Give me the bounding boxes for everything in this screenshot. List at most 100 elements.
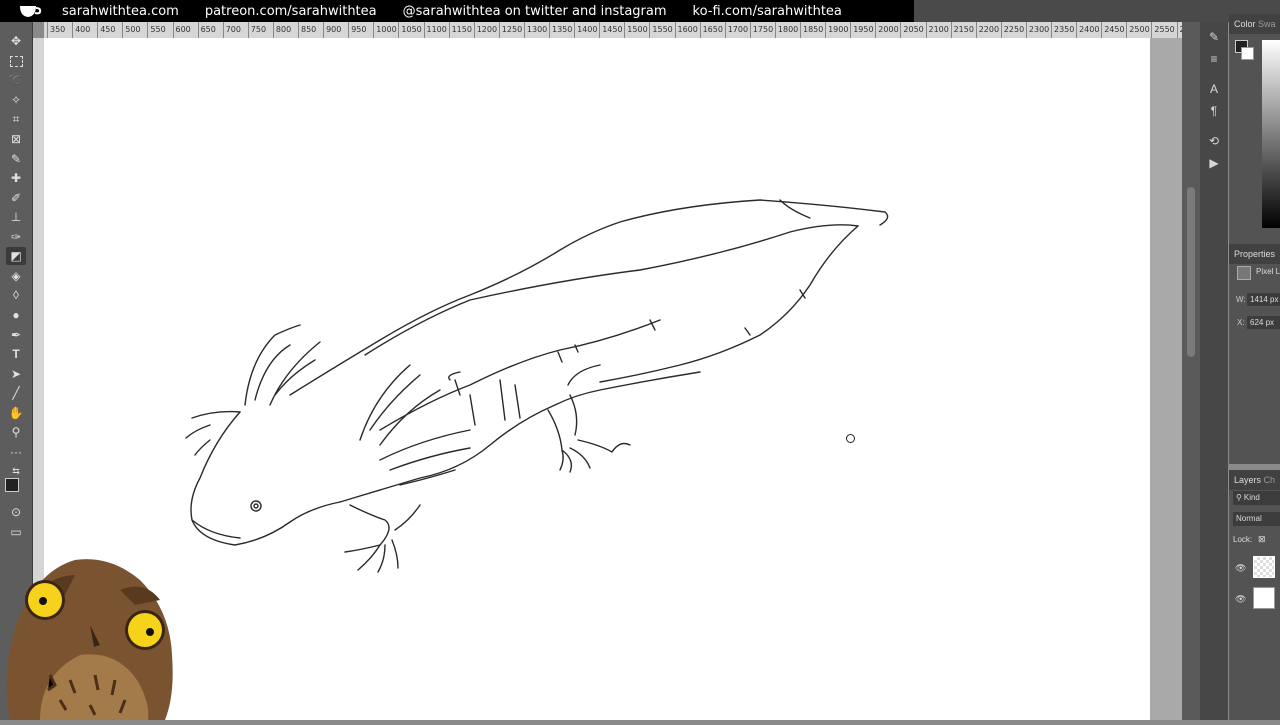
move-tool-icon[interactable]: ✥: [6, 32, 26, 50]
banner-link-website[interactable]: sarahwithtea.com: [62, 4, 179, 19]
lock-label: Lock:: [1233, 535, 1253, 544]
layer-visibility-eye-icon[interactable]: 👁: [1235, 563, 1246, 574]
ruler-tick: 1900: [825, 22, 848, 38]
tab-channels[interactable]: Ch: [1264, 475, 1276, 485]
ruler-tick: 2200: [975, 22, 999, 38]
play-action-icon[interactable]: ▶: [1204, 154, 1224, 172]
panel-background-swatch[interactable]: [1241, 47, 1254, 60]
screen-mode-icon[interactable]: ▭: [6, 523, 26, 541]
lasso-tool-icon[interactable]: ➰: [6, 71, 26, 89]
ruler-tick: 1450: [599, 22, 623, 38]
ruler-tick: 450: [97, 22, 115, 38]
ruler-tick: 2250: [1000, 22, 1024, 38]
layer-kind-filter[interactable]: ⚲ Kind: [1233, 491, 1280, 505]
crop-tool-icon[interactable]: ⌗: [6, 110, 26, 128]
background-visibility-eye-icon[interactable]: 👁: [1235, 594, 1246, 605]
blend-mode-select[interactable]: Normal: [1233, 512, 1280, 526]
eyedropper-tool-icon[interactable]: ✎: [6, 150, 26, 168]
ruler-tick: 800: [272, 22, 291, 38]
banner-link-social[interactable]: @sarahwithtea on twitter and instagram: [403, 4, 667, 19]
ruler-tick: 2500: [1126, 22, 1150, 38]
ruler-tick: 1250: [498, 22, 522, 38]
frame-tool-icon[interactable]: ⊠: [6, 130, 26, 148]
ruler-tick: 2300: [1025, 22, 1049, 38]
line-tool-icon[interactable]: ╱: [6, 384, 26, 402]
scrollbar-thumb[interactable]: [1187, 187, 1195, 357]
foreground-color-swatch[interactable]: [5, 478, 19, 492]
ruler-tick: 1400: [574, 22, 597, 38]
ruler-tick: 1550: [649, 22, 673, 38]
width-label: W:: [1236, 295, 1246, 304]
pixel-layer-icon: [1237, 266, 1251, 280]
brush-tool-icon[interactable]: ✐: [6, 189, 26, 207]
paragraph-icon[interactable]: ¶: [1204, 102, 1224, 120]
healing-tool-icon[interactable]: ✚: [6, 169, 26, 187]
path-select-tool-icon[interactable]: ➤: [6, 365, 26, 383]
ruler-tick: 750: [247, 22, 266, 38]
ruler-tick: 1600: [674, 22, 698, 38]
tab-swatches[interactable]: Swa: [1258, 19, 1276, 29]
teacup-icon: [16, 0, 44, 22]
ruler-tick: 1750: [749, 22, 773, 38]
layers-panel-tabs[interactable]: Layers Ch: [1229, 470, 1280, 490]
tab-layers[interactable]: Layers: [1234, 475, 1261, 485]
ruler-tick: 2050: [900, 22, 924, 38]
ruler-tick: 1650: [699, 22, 723, 38]
x-label: X:: [1237, 318, 1245, 327]
layers-panel: Layers Ch ⚲ Kind Normal Lock: ⊠ 👁 👁: [1229, 470, 1280, 720]
ruler-tick: 1150: [448, 22, 472, 38]
ruler-tick: 850: [298, 22, 316, 38]
tab-properties[interactable]: Properties: [1229, 244, 1280, 264]
eraser-tool-icon[interactable]: ◩: [6, 247, 26, 265]
brush-settings-icon[interactable]: ✎: [1204, 28, 1224, 46]
ruler-tick: 1300: [523, 22, 547, 38]
ruler-tick: 2400: [1076, 22, 1099, 38]
banner-link-patreon[interactable]: patreon.com/sarahwithtea: [205, 4, 377, 19]
ruler-tick: 2550: [1151, 22, 1175, 38]
document-canvas[interactable]: [44, 38, 1150, 720]
character-icon[interactable]: A: [1204, 80, 1224, 98]
color-spectrum-bar[interactable]: [1262, 40, 1280, 228]
lock-pixels-icon[interactable]: ⊠: [1258, 534, 1266, 545]
history-icon[interactable]: ⟲: [1204, 132, 1224, 150]
ruler-tick: 550: [147, 22, 166, 38]
ruler-tick: 900: [323, 22, 341, 38]
ruler-tick: 1850: [800, 22, 823, 38]
layer-thumbnail-sketch[interactable]: [1253, 556, 1275, 578]
layer-kind-label: Pixel L: [1256, 267, 1280, 276]
magic-wand-tool-icon[interactable]: ✧: [6, 91, 26, 109]
adjustments-icon[interactable]: ≡: [1204, 50, 1224, 68]
quick-mask-icon[interactable]: ⊙: [6, 503, 26, 521]
banner-link-kofi[interactable]: ko-fi.com/sarahwithtea: [693, 4, 842, 19]
ruler-tick: 2100: [925, 22, 949, 38]
search-icon: ⚲: [1236, 493, 1242, 502]
ruler-tick: 1350: [549, 22, 572, 38]
dodge-tool-icon[interactable]: ●: [6, 306, 26, 324]
width-field[interactable]: 1414 px: [1247, 293, 1280, 306]
pen-tool-icon[interactable]: ✒: [6, 326, 26, 344]
ruler-tick: 700: [222, 22, 241, 38]
ruler-tick: 500: [122, 22, 141, 38]
axolotl-sketch: [185, 199, 889, 573]
more-tools-icon[interactable]: ···: [6, 443, 26, 461]
marquee-tool-icon[interactable]: [6, 52, 26, 70]
x-position-field[interactable]: 624 px: [1247, 316, 1280, 329]
type-tool-icon[interactable]: T: [6, 345, 26, 363]
ruler-tick: 350: [47, 22, 65, 38]
layer-thumbnail-background[interactable]: [1253, 587, 1275, 609]
blur-tool-icon[interactable]: ◊: [6, 286, 26, 304]
zoom-tool-icon[interactable]: ⚲: [6, 423, 26, 441]
hand-tool-icon[interactable]: ✋: [6, 404, 26, 422]
bucket-tool-icon[interactable]: ◈: [6, 267, 26, 285]
ruler-tick: 1700: [724, 22, 748, 38]
tab-color[interactable]: Color: [1234, 19, 1256, 29]
vertical-scrollbar[interactable]: [1182, 22, 1200, 720]
ruler-tick: 2150: [950, 22, 974, 38]
ruler-tick: 1050: [398, 22, 422, 38]
stamp-tool-icon[interactable]: ⊥: [6, 208, 26, 226]
color-panel-tabs[interactable]: Color Swa: [1229, 14, 1280, 34]
ruler-tick: 2350: [1051, 22, 1074, 38]
history-brush-tool-icon[interactable]: ✑: [6, 228, 26, 246]
ruler-tick: 950: [348, 22, 366, 38]
ruler-tick: 1100: [423, 22, 447, 38]
